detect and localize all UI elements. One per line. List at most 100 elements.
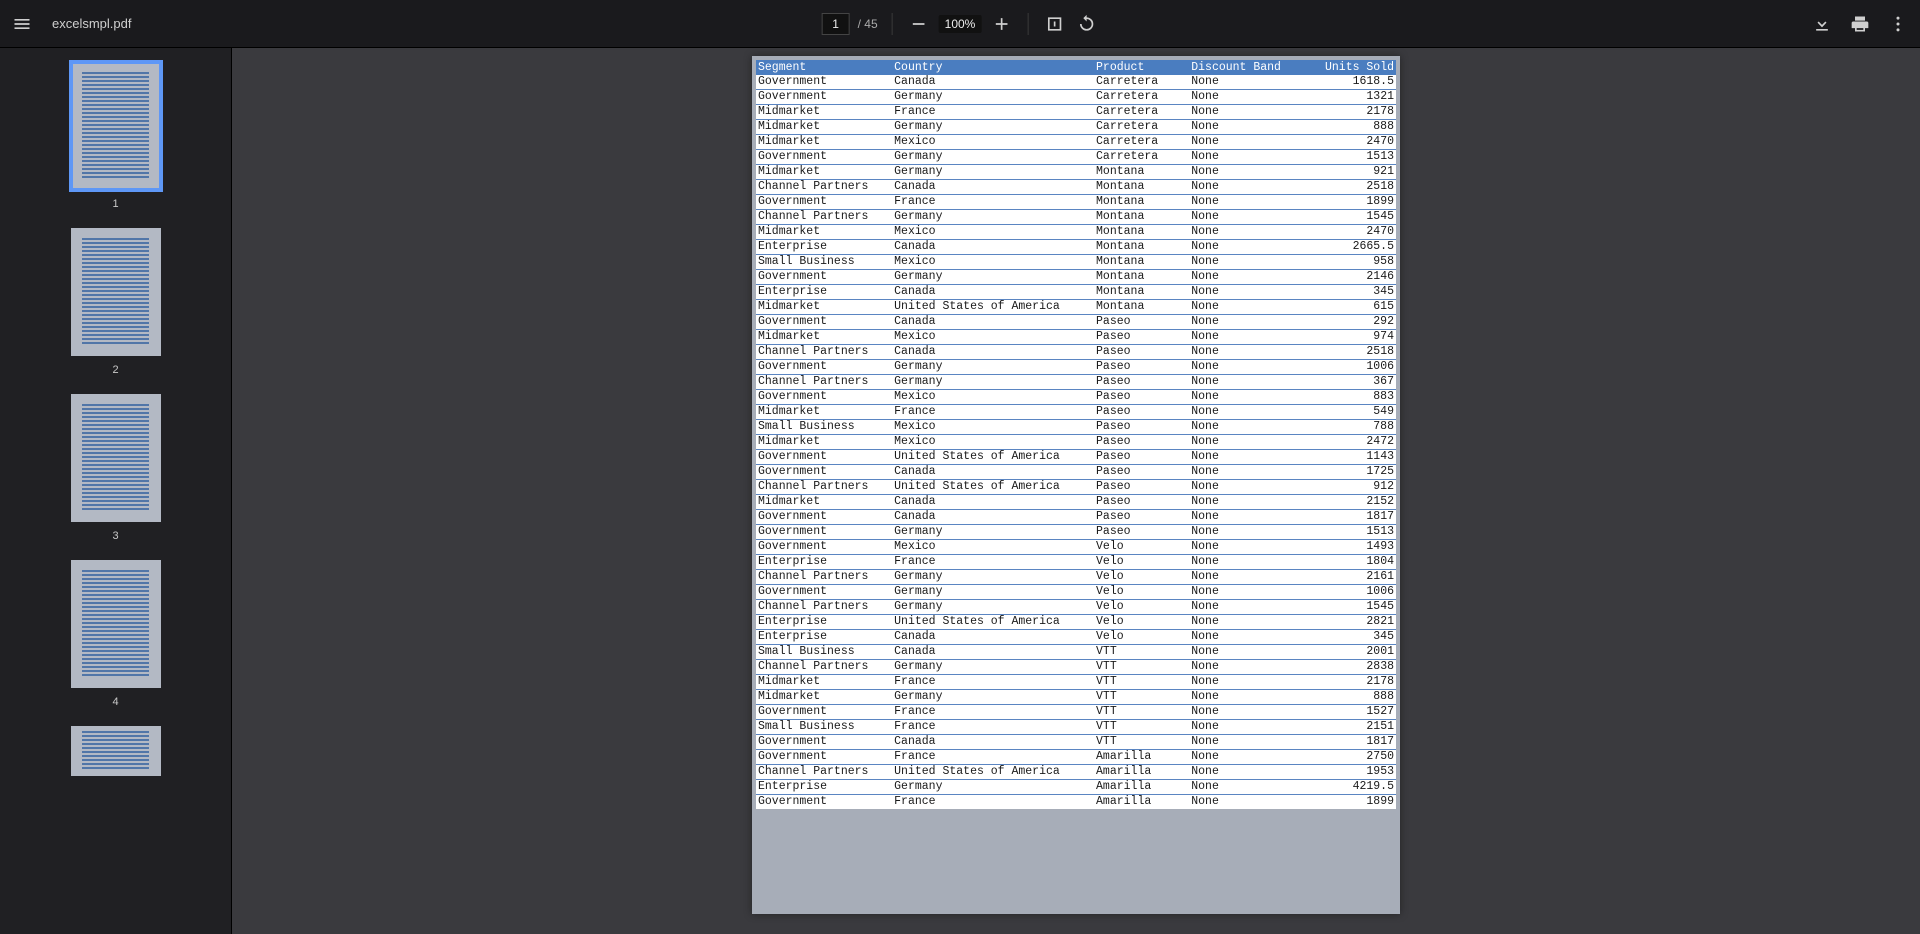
download-icon[interactable] bbox=[1810, 12, 1834, 36]
cell-country: France bbox=[892, 750, 1094, 765]
table-row: GovernmentGermanyVeloNone1006 bbox=[756, 585, 1396, 600]
cell-discount_band: None bbox=[1189, 330, 1301, 345]
cell-country: Germany bbox=[892, 150, 1094, 165]
cell-discount_band: None bbox=[1189, 345, 1301, 360]
table-row: EnterpriseGermanyAmarillaNone4219.5 bbox=[756, 780, 1396, 795]
cell-units_sold: 1143 bbox=[1301, 450, 1396, 465]
zoom-in-icon[interactable] bbox=[989, 12, 1013, 36]
cell-product: Carretera bbox=[1094, 105, 1189, 120]
cell-country: Germany bbox=[892, 210, 1094, 225]
table-row: GovernmentUnited States of AmericaPaseoN… bbox=[756, 450, 1396, 465]
more-icon[interactable] bbox=[1886, 12, 1910, 36]
table-row: GovernmentFranceAmarillaNone2750 bbox=[756, 750, 1396, 765]
cell-discount_band: None bbox=[1189, 480, 1301, 495]
cell-discount_band: None bbox=[1189, 570, 1301, 585]
cell-discount_band: None bbox=[1189, 615, 1301, 630]
cell-discount_band: None bbox=[1189, 165, 1301, 180]
cell-segment: Enterprise bbox=[756, 555, 892, 570]
cell-product: VTT bbox=[1094, 705, 1189, 720]
cell-units_sold: 1899 bbox=[1301, 795, 1396, 810]
cell-product: Paseo bbox=[1094, 510, 1189, 525]
print-icon[interactable] bbox=[1848, 12, 1872, 36]
cell-units_sold: 974 bbox=[1301, 330, 1396, 345]
cell-country: Mexico bbox=[892, 135, 1094, 150]
cell-segment: Enterprise bbox=[756, 630, 892, 645]
cell-units_sold: 1817 bbox=[1301, 510, 1396, 525]
cell-country: United States of America bbox=[892, 300, 1094, 315]
table-row: GovernmentCanadaVTTNone1817 bbox=[756, 735, 1396, 750]
table-row: EnterpriseCanadaVeloNone345 bbox=[756, 630, 1396, 645]
cell-discount_band: None bbox=[1189, 435, 1301, 450]
cell-country: Canada bbox=[892, 75, 1094, 90]
cell-segment: Midmarket bbox=[756, 405, 892, 420]
cell-segment: Midmarket bbox=[756, 135, 892, 150]
cell-discount_band: None bbox=[1189, 375, 1301, 390]
cell-product: Montana bbox=[1094, 240, 1189, 255]
cell-discount_band: None bbox=[1189, 690, 1301, 705]
menu-icon[interactable] bbox=[10, 12, 34, 36]
cell-discount_band: None bbox=[1189, 315, 1301, 330]
cell-product: Montana bbox=[1094, 285, 1189, 300]
cell-product: Montana bbox=[1094, 270, 1189, 285]
table-row: Channel PartnersGermanyVeloNone2161 bbox=[756, 570, 1396, 585]
cell-product: Paseo bbox=[1094, 450, 1189, 465]
fit-page-icon[interactable] bbox=[1042, 12, 1066, 36]
cell-units_sold: 2821 bbox=[1301, 615, 1396, 630]
cell-country: Germany bbox=[892, 270, 1094, 285]
cell-country: United States of America bbox=[892, 765, 1094, 780]
cell-units_sold: 1804 bbox=[1301, 555, 1396, 570]
pdf-page: Segment Country Product Discount Band Un… bbox=[752, 56, 1400, 914]
cell-units_sold: 1006 bbox=[1301, 360, 1396, 375]
table-row: Channel PartnersCanadaPaseoNone2518 bbox=[756, 345, 1396, 360]
cell-country: United States of America bbox=[892, 450, 1094, 465]
cell-units_sold: 1513 bbox=[1301, 150, 1396, 165]
thumbnail-1[interactable] bbox=[71, 62, 161, 190]
table-row: GovernmentMexicoPaseoNone883 bbox=[756, 390, 1396, 405]
cell-units_sold: 2470 bbox=[1301, 135, 1396, 150]
cell-discount_band: None bbox=[1189, 360, 1301, 375]
cell-segment: Government bbox=[756, 75, 892, 90]
table-row: Channel PartnersGermanyPaseoNone367 bbox=[756, 375, 1396, 390]
cell-product: Paseo bbox=[1094, 330, 1189, 345]
cell-product: Carretera bbox=[1094, 120, 1189, 135]
data-table: Segment Country Product Discount Band Un… bbox=[756, 60, 1396, 809]
cell-segment: Channel Partners bbox=[756, 600, 892, 615]
table-row: GovernmentCanadaCarreteraNone1618.5 bbox=[756, 75, 1396, 90]
table-row: GovernmentGermanyPaseoNone1006 bbox=[756, 360, 1396, 375]
rotate-icon[interactable] bbox=[1074, 12, 1098, 36]
cell-country: Germany bbox=[892, 360, 1094, 375]
cell-segment: Enterprise bbox=[756, 285, 892, 300]
thumbnail-2[interactable] bbox=[71, 228, 161, 356]
table-row: GovernmentGermanyPaseoNone1513 bbox=[756, 525, 1396, 540]
cell-country: Canada bbox=[892, 345, 1094, 360]
cell-segment: Enterprise bbox=[756, 780, 892, 795]
cell-product: Paseo bbox=[1094, 345, 1189, 360]
content-area[interactable]: Segment Country Product Discount Band Un… bbox=[232, 48, 1920, 934]
cell-segment: Government bbox=[756, 750, 892, 765]
table-row: MidmarketMexicoCarreteraNone2470 bbox=[756, 135, 1396, 150]
cell-discount_band: None bbox=[1189, 720, 1301, 735]
cell-units_sold: 1725 bbox=[1301, 465, 1396, 480]
thumbnail-sidebar[interactable]: 1 2 3 4 bbox=[0, 48, 232, 934]
cell-discount_band: None bbox=[1189, 270, 1301, 285]
table-row: GovernmentGermanyCarreteraNone1513 bbox=[756, 150, 1396, 165]
cell-product: Velo bbox=[1094, 555, 1189, 570]
thumbnail-5[interactable] bbox=[71, 726, 161, 776]
cell-units_sold: 367 bbox=[1301, 375, 1396, 390]
cell-discount_band: None bbox=[1189, 600, 1301, 615]
cell-country: France bbox=[892, 795, 1094, 810]
thumbnail-3[interactable] bbox=[71, 394, 161, 522]
table-row: EnterpriseFranceVeloNone1804 bbox=[756, 555, 1396, 570]
cell-product: Velo bbox=[1094, 570, 1189, 585]
thumbnail-4[interactable] bbox=[71, 560, 161, 688]
table-row: Channel PartnersGermanyMontanaNone1545 bbox=[756, 210, 1396, 225]
cell-discount_band: None bbox=[1189, 405, 1301, 420]
cell-product: VTT bbox=[1094, 660, 1189, 675]
cell-discount_band: None bbox=[1189, 390, 1301, 405]
page-total: / 45 bbox=[858, 17, 878, 31]
page-input[interactable] bbox=[822, 13, 850, 35]
zoom-out-icon[interactable] bbox=[907, 12, 931, 36]
cell-product: Carretera bbox=[1094, 150, 1189, 165]
table-row: EnterpriseUnited States of AmericaVeloNo… bbox=[756, 615, 1396, 630]
cell-country: Germany bbox=[892, 780, 1094, 795]
